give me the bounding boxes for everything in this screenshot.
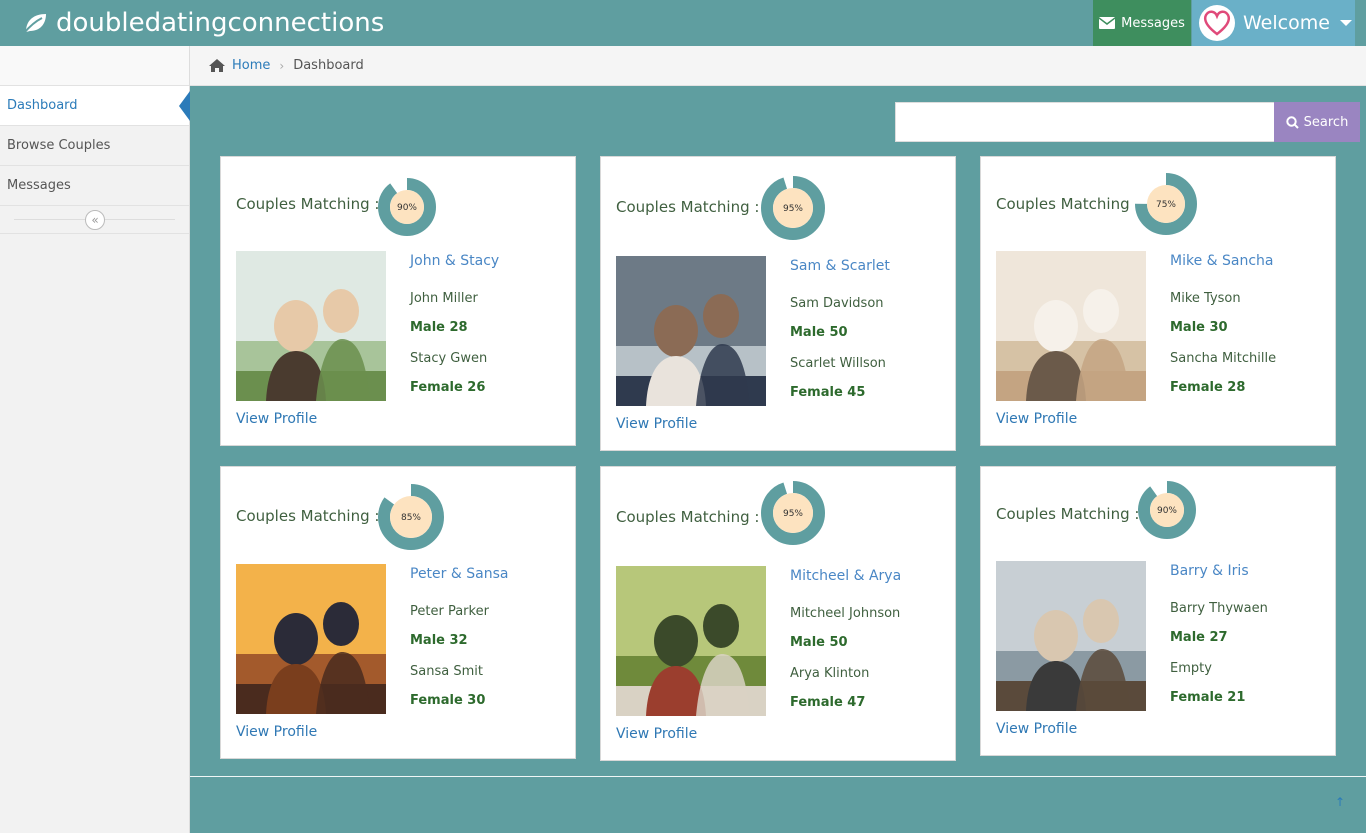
- couples-matching-label: Couples Matching :: [616, 508, 760, 526]
- user-menu-button[interactable]: Welcome: [1192, 0, 1355, 46]
- welcome-label: Welcome: [1243, 12, 1330, 34]
- partner-two-stat: Female 30: [410, 693, 486, 708]
- breadcrumb: Home › Dashboard: [190, 46, 1366, 86]
- match-percent-label: 90%: [397, 203, 417, 213]
- couple-name-link[interactable]: Peter & Sansa: [410, 566, 508, 582]
- couples-matching-label: Couples Matching :: [996, 195, 1140, 213]
- sidebar-collapse-bar: «: [0, 206, 189, 234]
- messages-nav-button[interactable]: Messages: [1093, 0, 1191, 46]
- heart-icon: [1203, 10, 1231, 36]
- match-donut-chart: 75%: [1135, 173, 1197, 235]
- view-profile-link[interactable]: View Profile: [236, 724, 317, 740]
- couples-matching-label: Couples Matching :: [616, 198, 760, 216]
- partner-two-stat: Female 45: [790, 385, 866, 400]
- couple-photo[interactable]: [616, 566, 766, 716]
- partner-one-stat: Male 28: [410, 320, 468, 335]
- match-percent-label: 75%: [1156, 200, 1176, 210]
- couple-name-link[interactable]: Mike & Sancha: [1170, 253, 1274, 269]
- couple-name-link[interactable]: Mitcheel & Arya: [790, 568, 901, 584]
- match-percent-label: 95%: [783, 204, 803, 214]
- breadcrumb-separator-icon: ›: [279, 58, 285, 73]
- couple-name-link[interactable]: Barry & Iris: [1170, 563, 1249, 579]
- partner-one-name: Peter Parker: [410, 604, 489, 619]
- partner-one-name: Mike Tyson: [1170, 291, 1241, 306]
- envelope-icon: [1099, 17, 1116, 29]
- sidebar-item-label: Messages: [7, 178, 71, 193]
- partner-two-name: Sansa Smit: [410, 664, 483, 679]
- breadcrumb-current: Dashboard: [293, 58, 364, 73]
- sidebar-item-browse-couples[interactable]: Browse Couples: [0, 126, 189, 166]
- partner-one-stat: Male 32: [410, 633, 468, 648]
- partner-one-stat: Male 27: [1170, 630, 1228, 645]
- view-profile-link[interactable]: View Profile: [236, 411, 317, 427]
- partner-two-name: Empty: [1170, 661, 1212, 676]
- search-icon: [1285, 115, 1299, 129]
- caret-down-icon: [1339, 20, 1352, 26]
- partner-one-stat: Male 30: [1170, 320, 1228, 335]
- home-icon: [209, 59, 225, 72]
- view-profile-link[interactable]: View Profile: [996, 721, 1077, 737]
- sidebar-item-dashboard[interactable]: Dashboard: [0, 86, 190, 126]
- couple-photo[interactable]: [996, 561, 1146, 711]
- partner-two-name: Stacy Gwen: [410, 351, 488, 366]
- partner-two-stat: Female 21: [1170, 690, 1246, 705]
- avatar: [1199, 5, 1235, 41]
- search-button-label: Search: [1303, 114, 1349, 130]
- leaf-icon: [23, 14, 46, 34]
- couple-name-link[interactable]: Sam & Scarlet: [790, 258, 890, 274]
- couple-photo[interactable]: [996, 251, 1146, 401]
- sidebar-item-label: Dashboard: [7, 98, 78, 113]
- couples-matching-label: Couples Matching :: [236, 507, 380, 525]
- partner-one-name: Sam Davidson: [790, 296, 884, 311]
- couple-photo[interactable]: [236, 251, 386, 401]
- partner-two-name: Arya Klinton: [790, 666, 870, 681]
- match-donut-chart: 85%: [378, 484, 444, 550]
- sidebar-header: [0, 46, 189, 86]
- couple-photo[interactable]: [616, 256, 766, 406]
- match-donut-chart: 95%: [761, 481, 825, 545]
- partner-one-stat: Male 50: [790, 635, 848, 650]
- match-donut-chart: 95%: [761, 176, 825, 240]
- search-button[interactable]: Search: [1274, 102, 1360, 142]
- top-navbar: doubledatingconnections Messages Welcome: [0, 0, 1366, 46]
- couple-photo[interactable]: [236, 564, 386, 714]
- partner-two-stat: Female 28: [1170, 380, 1246, 395]
- partner-two-name: Sancha Mitchille: [1170, 351, 1277, 366]
- breadcrumb-home-link[interactable]: Home: [232, 58, 270, 73]
- partner-one-name: Mitcheel Johnson: [790, 606, 901, 621]
- collapse-sidebar-button[interactable]: «: [85, 210, 105, 230]
- double-chevron-left-icon: «: [91, 213, 99, 227]
- partner-one-name: John Miller: [410, 291, 478, 306]
- couple-name-link[interactable]: John & Stacy: [410, 253, 499, 269]
- couples-matching-label: Couples Matching :: [236, 195, 380, 213]
- sidebar: Dashboard Browse Couples Messages «: [0, 46, 190, 833]
- view-profile-link[interactable]: View Profile: [616, 726, 697, 742]
- match-percent-label: 90%: [1157, 506, 1177, 516]
- messages-nav-label: Messages: [1121, 15, 1185, 31]
- match-percent-label: 95%: [783, 509, 803, 519]
- partner-one-stat: Male 50: [790, 325, 848, 340]
- view-profile-link[interactable]: View Profile: [616, 416, 697, 432]
- partner-two-stat: Female 26: [410, 380, 486, 395]
- brand-name: doubledatingconnections: [56, 8, 385, 38]
- partner-two-name: Scarlet Willson: [790, 356, 886, 371]
- sidebar-item-label: Browse Couples: [7, 138, 111, 153]
- partner-two-stat: Female 47: [790, 695, 866, 710]
- footer-divider: [190, 776, 1366, 777]
- match-donut-chart: 90%: [378, 178, 436, 236]
- view-profile-link[interactable]: View Profile: [996, 411, 1077, 427]
- couples-matching-label: Couples Matching :: [996, 505, 1140, 523]
- match-donut-chart: 90%: [1138, 481, 1196, 539]
- search-input[interactable]: [895, 102, 1275, 142]
- scroll-to-top-icon[interactable]: ↑: [1335, 795, 1345, 809]
- match-percent-label: 85%: [401, 513, 421, 523]
- brand[interactable]: doubledatingconnections: [22, 0, 384, 46]
- sidebar-item-messages[interactable]: Messages: [0, 166, 189, 206]
- partner-one-name: Barry Thywaen: [1170, 601, 1268, 616]
